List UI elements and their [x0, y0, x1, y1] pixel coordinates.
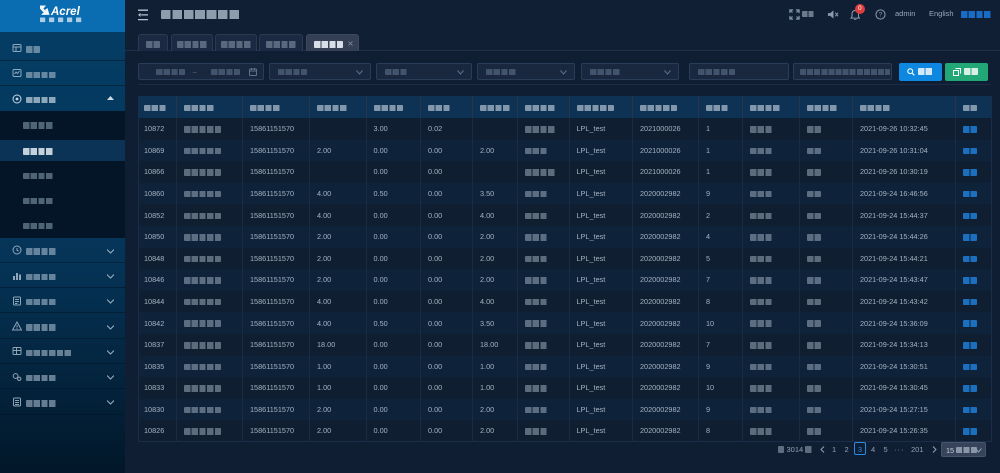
- svg-text:?: ?: [878, 12, 882, 19]
- svg-text:Acrel: Acrel: [50, 6, 81, 18]
